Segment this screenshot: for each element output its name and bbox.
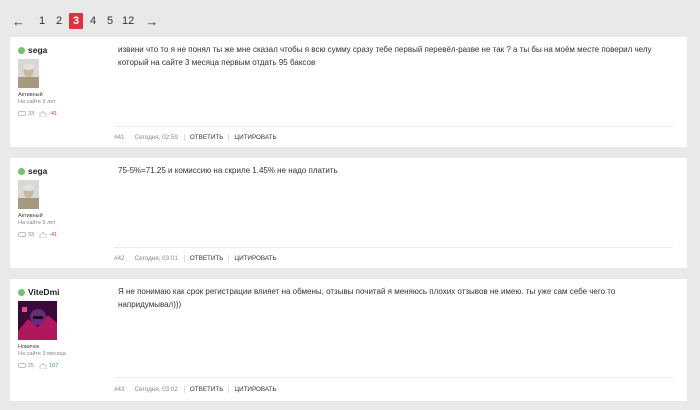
forum-post: ViteDmi Новичок На сайте 3 месяца 25 107… (10, 279, 687, 401)
rating-value: -41 (49, 232, 58, 238)
user-stats: 25 107 (18, 363, 58, 369)
forum-post: sega Активный На сайте 9 лет 33 -41 75-5… (10, 158, 687, 268)
post-footer: #43 Сегодня, 03:02 ОТВЕТИТЬ ЦИТИРОВАТЬ (114, 384, 282, 394)
post-time: Сегодня, 03:02 (134, 385, 178, 393)
thumbs-icon (39, 232, 47, 238)
online-status-dot (18, 288, 25, 296)
avatar-image (18, 180, 39, 209)
post-author: ViteDmi (18, 287, 60, 297)
post-number[interactable]: #42 (114, 255, 125, 262)
post-time: Сегодня, 03:01 (134, 254, 178, 262)
thumbs-icon (39, 111, 47, 117)
online-status-dot (18, 46, 25, 54)
user-since: На сайте 9 лет (18, 220, 56, 226)
page-link-3-current[interactable]: 3 (69, 13, 83, 29)
post-text: Я не понимаю как срок регистрации влияет… (118, 287, 616, 309)
online-status-dot (18, 167, 25, 175)
user-stats: 33 -41 (18, 232, 57, 238)
avatar[interactable] (18, 301, 57, 340)
post-footer: #42 Сегодня, 03:01 ОТВЕТИТЬ ЦИТИРОВАТЬ (114, 253, 282, 263)
divider (114, 126, 673, 127)
reply-button[interactable]: ОТВЕТИТЬ (183, 133, 229, 141)
author-name-link[interactable]: sega (28, 166, 47, 176)
reply-button[interactable]: ОТВЕТИТЬ (183, 254, 229, 262)
speech-bubble-icon (18, 232, 26, 237)
divider (114, 377, 673, 378)
avatar-image (18, 301, 57, 340)
avatar-image (18, 59, 39, 88)
user-rank: Активный (18, 213, 43, 219)
post-author: sega (18, 166, 47, 176)
comments-count: 25 (28, 363, 35, 369)
rating-value: -41 (49, 111, 58, 117)
author-name-link[interactable]: sega (28, 45, 47, 55)
post-number[interactable]: #41 (114, 134, 125, 141)
quote-button[interactable]: ЦИТИРОВАТЬ (228, 254, 281, 262)
rating-value: 107 (49, 363, 59, 369)
speech-bubble-icon (18, 363, 26, 368)
speech-bubble-icon (18, 111, 26, 116)
thumbs-icon (39, 363, 47, 369)
page-link-1[interactable]: 1 (35, 13, 49, 29)
prev-page-button[interactable]: ← (10, 13, 27, 29)
post-text: 75-5%=71.25 и комиссию на скриле 1.45% н… (118, 166, 338, 175)
quote-button[interactable]: ЦИТИРОВАТЬ (228, 385, 281, 393)
quote-button[interactable]: ЦИТИРОВАТЬ (228, 133, 281, 141)
page-link-4[interactable]: 4 (86, 13, 100, 29)
user-rank: Активный (18, 92, 43, 98)
forum-post: sega Активный На сайте 9 лет 33 -41 изви… (10, 37, 687, 147)
avatar[interactable] (18, 59, 39, 88)
author-name-link[interactable]: ViteDmi (28, 287, 60, 297)
user-since: На сайте 9 лет (18, 99, 56, 105)
page-link-2[interactable]: 2 (52, 13, 66, 29)
comments-count: 33 (28, 111, 35, 117)
user-since: На сайте 3 месяца (18, 351, 66, 357)
post-number[interactable]: #43 (114, 386, 125, 393)
post-time: Сегодня, 02:59 (134, 133, 178, 141)
reply-button[interactable]: ОТВЕТИТЬ (183, 385, 229, 393)
user-stats: 33 -41 (18, 111, 57, 117)
post-footer: #41 Сегодня, 02:59 ОТВЕТИТЬ ЦИТИРОВАТЬ (114, 132, 282, 142)
avatar[interactable] (18, 180, 39, 209)
divider (114, 247, 673, 248)
comments-count: 33 (28, 232, 35, 238)
post-text: извини что то я не понял ты же мне сказа… (118, 45, 652, 67)
post-author: sega (18, 45, 47, 55)
page-link-5[interactable]: 5 (103, 13, 117, 29)
user-rank: Новичок (18, 344, 40, 350)
next-page-button[interactable]: → (143, 13, 160, 29)
pagination: ← 1 2 3 4 5 12 → (10, 12, 168, 30)
page-link-12[interactable]: 12 (120, 13, 136, 29)
